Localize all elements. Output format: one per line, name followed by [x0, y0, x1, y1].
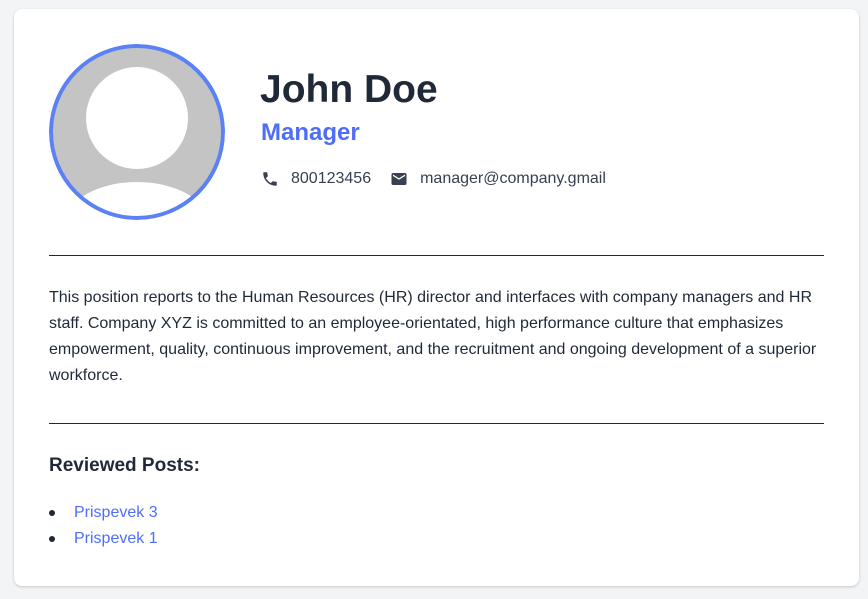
divider	[49, 255, 824, 256]
phone-contact: 800123456	[261, 170, 371, 188]
list-item: Prispevek 1	[49, 526, 158, 552]
email-address: manager@company.gmail	[420, 170, 606, 187]
list-item: Prispevek 3	[49, 500, 158, 526]
bullet-icon	[49, 536, 55, 542]
bullet-icon	[49, 510, 55, 516]
profile-card: John Doe Manager 800123456 manager@compa…	[14, 9, 859, 586]
envelope-icon	[390, 170, 408, 188]
profile-role: Manager	[261, 119, 360, 146]
profile-name: John Doe	[260, 68, 438, 111]
reviewed-posts-list: Prispevek 3 Prispevek 1	[49, 500, 158, 552]
user-avatar-icon	[49, 44, 225, 220]
phone-icon	[261, 170, 279, 188]
phone-number: 800123456	[291, 170, 372, 187]
reviewed-posts-heading: Reviewed Posts:	[49, 455, 200, 476]
email-contact: manager@company.gmail	[390, 170, 606, 188]
post-link[interactable]: Prispevek 3	[74, 504, 158, 521]
divider	[49, 423, 824, 424]
post-link[interactable]: Prispevek 1	[74, 530, 158, 547]
avatar	[49, 44, 225, 220]
profile-description: This position reports to the Human Resou…	[49, 289, 817, 384]
contact-info: 800123456 manager@company.gmail	[261, 170, 606, 188]
